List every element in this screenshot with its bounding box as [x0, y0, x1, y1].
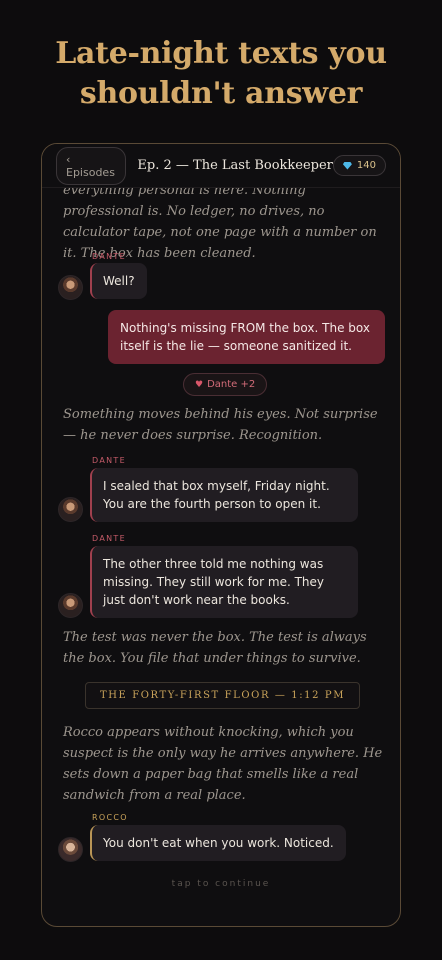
speaker-name: DANTE [92, 534, 126, 543]
affinity-badge: ♥ Dante +2 [183, 373, 268, 396]
speaker-name: ROCCO [92, 813, 128, 822]
narration-text: Rocco appears without knocking, which yo… [63, 725, 383, 803]
narration-text: Something moves behind his eyes. Not sur… [63, 407, 378, 443]
speaker-name: DANTE [92, 252, 126, 261]
rocco-avatar [58, 837, 83, 862]
gem-count: 140 [356, 160, 376, 171]
dante-avatar [58, 593, 83, 618]
heart-icon: ♥ [195, 379, 204, 390]
phone-frame[interactable]: everything personal is here. Nothing pro… [41, 143, 401, 927]
player-message-bubble: Nothing's missing FROM the box. The box … [108, 310, 385, 364]
top-bar: ‹ Episodes Ep. 2 — The Last Bookkeeper 1… [42, 144, 400, 188]
dante-avatar [58, 275, 83, 300]
speaker-name: DANTE [92, 456, 126, 465]
headline: Late-night texts you shouldn't answer [0, 34, 442, 114]
dante-message-bubble: The other three told me nothing was miss… [90, 546, 358, 618]
back-button[interactable]: ‹ Episodes [56, 146, 127, 185]
narration-text: The test was never the box. The test is … [63, 630, 367, 666]
dante-message-bubble: I sealed that box myself, Friday night. … [90, 468, 358, 522]
affinity-label: Dante +2 [207, 379, 256, 390]
rocco-message-bubble: You don't eat when you work. Noticed. [90, 825, 346, 861]
back-label: ‹ Episodes [66, 152, 115, 179]
headline-line-1: Late-night texts you [55, 36, 387, 71]
gem-icon [342, 161, 352, 170]
dante-avatar [58, 497, 83, 522]
story-feed[interactable]: everything personal is here. Nothing pro… [42, 144, 400, 926]
dante-message-bubble: Well? [90, 263, 147, 299]
tap-to-continue[interactable]: tap to continue [42, 879, 400, 889]
headline-line-2: shouldn't answer [79, 76, 363, 111]
episode-title: Ep. 2 — The Last Bookkeeper [137, 158, 333, 173]
scene-marker: THE FORTY-FIRST FLOOR — 1:12 PM [85, 682, 360, 709]
gem-counter[interactable]: 140 [332, 155, 386, 176]
